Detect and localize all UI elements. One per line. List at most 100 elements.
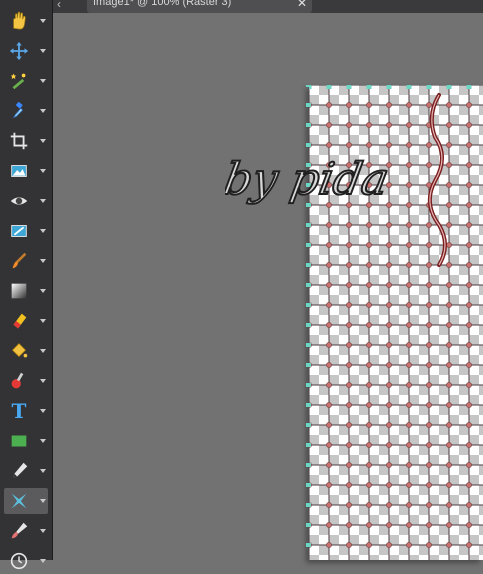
grid-node bbox=[466, 322, 472, 328]
grid-node bbox=[426, 162, 432, 168]
grid-node bbox=[406, 262, 412, 268]
grid-node bbox=[406, 142, 412, 148]
grid-node bbox=[426, 402, 432, 408]
grid-node bbox=[426, 522, 432, 528]
grid-node bbox=[426, 482, 432, 488]
tool-crop[interactable] bbox=[4, 128, 48, 154]
text-icon: T bbox=[6, 398, 32, 424]
tool-move[interactable] bbox=[4, 38, 48, 64]
grid-node bbox=[426, 342, 432, 348]
tool-gradient[interactable] bbox=[4, 278, 48, 304]
grid-node bbox=[326, 362, 332, 368]
grid-node bbox=[466, 162, 472, 168]
crop-icon bbox=[6, 128, 32, 154]
grid-node bbox=[446, 502, 452, 508]
grid-node bbox=[326, 542, 332, 548]
dropper-icon bbox=[6, 98, 32, 124]
tool-flyout-caret[interactable] bbox=[40, 289, 46, 293]
grid-node bbox=[366, 422, 372, 428]
tool-flyout-caret[interactable] bbox=[40, 259, 46, 263]
tool-magic-wand[interactable] bbox=[4, 68, 48, 94]
tool-flyout-caret[interactable] bbox=[40, 319, 46, 323]
warp-handle bbox=[406, 85, 412, 89]
tool-red-eye[interactable] bbox=[4, 188, 48, 214]
grid-node bbox=[466, 122, 472, 128]
tool-flyout-caret[interactable] bbox=[40, 409, 46, 413]
text-tool-glyph: T bbox=[11, 399, 27, 423]
tool-flyout-caret[interactable] bbox=[40, 169, 46, 173]
edge-handle bbox=[306, 363, 311, 367]
tool-flyout-caret[interactable] bbox=[40, 199, 46, 203]
grid-node bbox=[326, 522, 332, 528]
edge-handle bbox=[306, 263, 311, 267]
grid-node bbox=[406, 362, 412, 368]
grid-node bbox=[406, 242, 412, 248]
warp-handle bbox=[366, 85, 372, 89]
tool-straighten[interactable] bbox=[4, 158, 48, 184]
grid-node bbox=[446, 382, 452, 388]
edge-handle bbox=[306, 343, 311, 347]
tool-flood-fill[interactable] bbox=[4, 338, 48, 364]
tool-flyout-caret[interactable] bbox=[40, 139, 46, 143]
tool-makeover[interactable] bbox=[4, 218, 48, 244]
grid-node bbox=[446, 322, 452, 328]
grid-node bbox=[346, 542, 352, 548]
tool-text[interactable]: T bbox=[4, 398, 48, 424]
tool-flyout-caret[interactable] bbox=[40, 229, 46, 233]
grid-node bbox=[366, 242, 372, 248]
grid-node bbox=[346, 302, 352, 308]
grid-node bbox=[426, 462, 432, 468]
tool-clock[interactable] bbox=[4, 548, 48, 574]
warp-handle bbox=[426, 85, 432, 89]
close-tab-icon[interactable]: ✕ bbox=[297, 0, 307, 10]
grid-node bbox=[466, 222, 472, 228]
grid-node bbox=[466, 182, 472, 188]
grid-node bbox=[466, 442, 472, 448]
grid-node bbox=[466, 302, 472, 308]
tools-toolbar: T bbox=[0, 0, 53, 570]
grid-node bbox=[406, 162, 412, 168]
grid-node bbox=[406, 342, 412, 348]
tool-flyout-caret[interactable] bbox=[40, 49, 46, 53]
magic-wand-icon bbox=[6, 68, 32, 94]
tab-scroll-left-button[interactable]: ‹ bbox=[57, 0, 61, 11]
grid-node bbox=[386, 262, 392, 268]
tool-paint-brush[interactable] bbox=[4, 248, 48, 274]
flood-fill-icon bbox=[6, 338, 32, 364]
grid-node bbox=[346, 362, 352, 368]
grid-node bbox=[346, 322, 352, 328]
grid-node bbox=[426, 262, 432, 268]
grid-node bbox=[446, 402, 452, 408]
grid-node bbox=[366, 522, 372, 528]
tool-flyout-caret[interactable] bbox=[40, 109, 46, 113]
tool-flyout-caret[interactable] bbox=[40, 529, 46, 533]
grid-node bbox=[366, 222, 372, 228]
document-tab[interactable]: Image1* @ 100% (Raster 3) ✕ bbox=[87, 0, 312, 13]
tool-flyout-caret[interactable] bbox=[40, 349, 46, 353]
warp-handle bbox=[446, 85, 452, 89]
edge-handle bbox=[306, 103, 311, 107]
tool-flyout-caret[interactable] bbox=[40, 79, 46, 83]
tool-flyout-caret[interactable] bbox=[40, 379, 46, 383]
tool-flyout-caret[interactable] bbox=[40, 499, 46, 503]
tool-rectangle-shape[interactable] bbox=[4, 428, 48, 454]
edge-handle bbox=[306, 503, 311, 507]
grid-node bbox=[326, 342, 332, 348]
tool-dropper[interactable] bbox=[4, 98, 48, 124]
tool-flyout-caret[interactable] bbox=[40, 19, 46, 23]
tool-warp-brush[interactable] bbox=[4, 488, 48, 514]
grid-node bbox=[366, 542, 372, 548]
red-eye-icon bbox=[6, 188, 32, 214]
tool-pen[interactable] bbox=[4, 458, 48, 484]
warp-handle bbox=[346, 85, 352, 89]
tool-picture-tube[interactable] bbox=[4, 368, 48, 394]
grid-node bbox=[366, 442, 372, 448]
pen-icon bbox=[6, 458, 32, 484]
tool-eraser[interactable] bbox=[4, 308, 48, 334]
grid-node bbox=[406, 322, 412, 328]
document-tab-bar: ‹ Image1* @ 100% (Raster 3) ✕ bbox=[53, 0, 483, 13]
tool-flyout-caret[interactable] bbox=[40, 469, 46, 473]
tool-art-brush[interactable] bbox=[4, 518, 48, 544]
tool-flyout-caret[interactable] bbox=[40, 439, 46, 443]
tool-pan-hand[interactable] bbox=[4, 8, 48, 34]
